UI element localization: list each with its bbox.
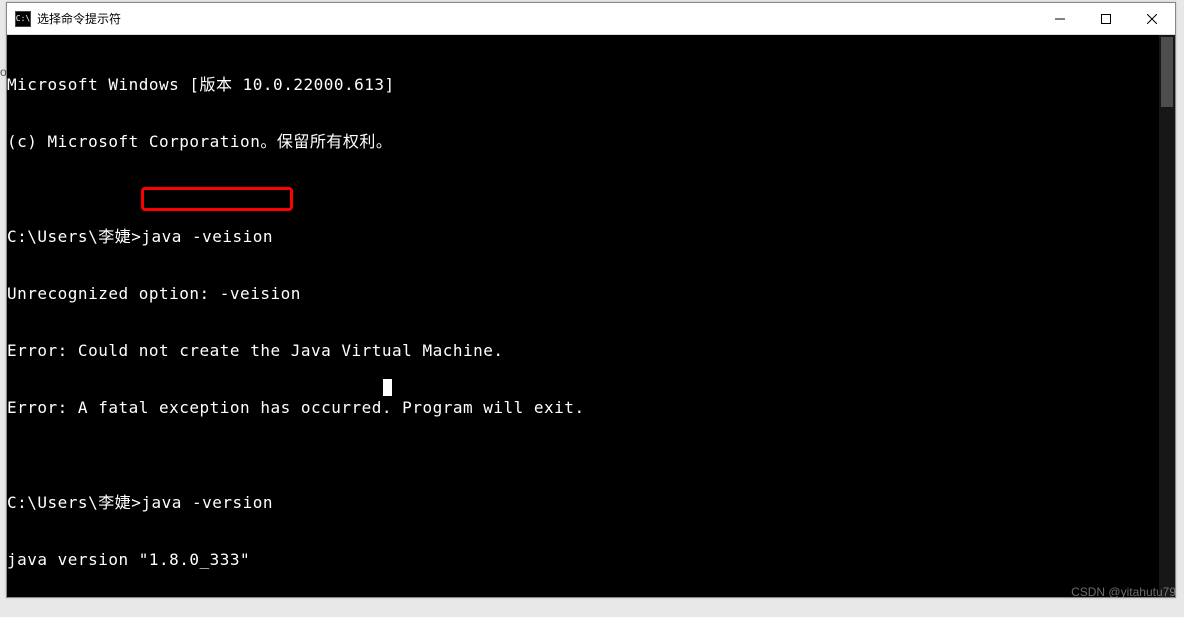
window-controls [1037, 3, 1175, 34]
maximize-icon [1101, 14, 1111, 24]
terminal-cursor [383, 379, 392, 396]
maximize-button[interactable] [1083, 3, 1129, 34]
terminal-line: Error: Could not create the Java Virtual… [7, 341, 1175, 360]
window-title: 选择命令提示符 [37, 10, 1037, 27]
terminal-scrollbar[interactable] [1159, 35, 1175, 597]
scrollbar-thumb[interactable] [1161, 37, 1173, 107]
terminal-area[interactable]: Microsoft Windows [版本 10.0.22000.613] (c… [7, 35, 1175, 597]
annotation-highlight-box [141, 187, 293, 211]
cmd-icon: C:\ [15, 11, 31, 27]
terminal-line: java version "1.8.0_333" [7, 550, 1175, 569]
terminal-line: (c) Microsoft Corporation。保留所有权利。 [7, 132, 1175, 151]
minimize-button[interactable] [1037, 3, 1083, 34]
terminal-line: Error: A fatal exception has occurred. P… [7, 398, 1175, 417]
terminal-line: Unrecognized option: -veision [7, 284, 1175, 303]
command-prompt-window: C:\ 选择命令提示符 Microsoft Windows [版本 10.0.2… [6, 2, 1176, 598]
window-titlebar[interactable]: C:\ 选择命令提示符 [7, 3, 1175, 35]
terminal-line: Microsoft Windows [版本 10.0.22000.613] [7, 75, 1175, 94]
minimize-icon [1055, 14, 1065, 24]
close-button[interactable] [1129, 3, 1175, 34]
terminal-line: C:\Users\李婕>java -version [7, 493, 1175, 512]
terminal-line: C:\Users\李婕>java -veision [7, 227, 1175, 246]
close-icon [1147, 14, 1157, 24]
